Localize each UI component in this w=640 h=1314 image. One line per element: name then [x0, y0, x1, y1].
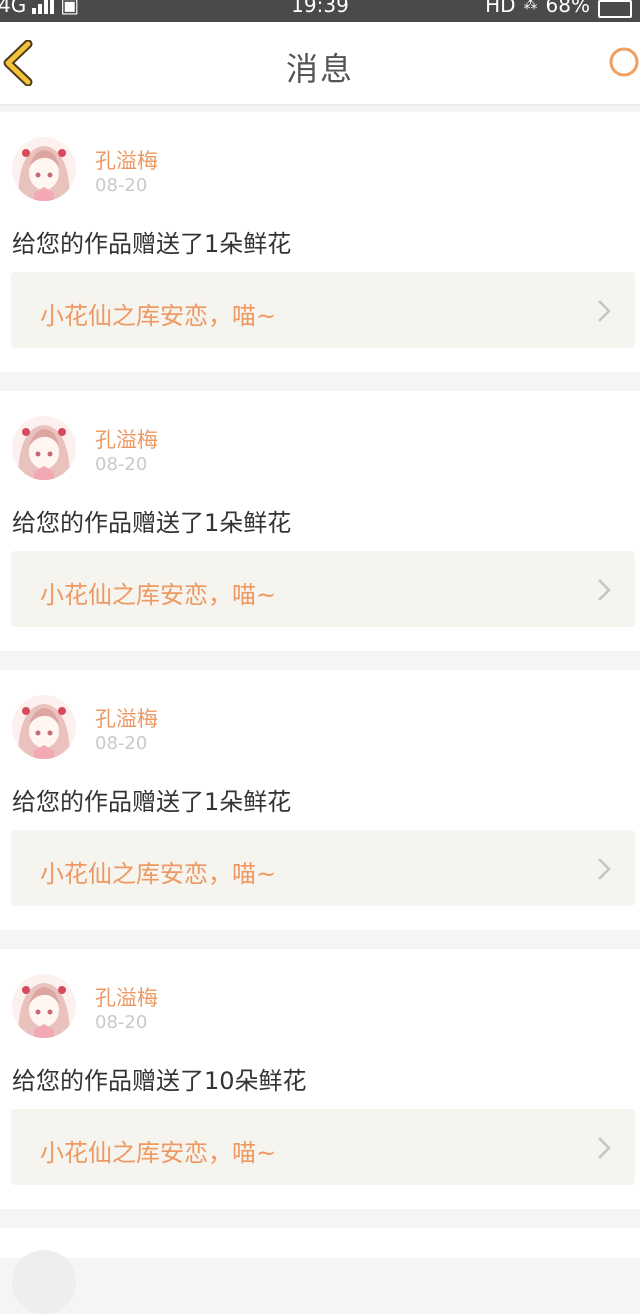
- message-text: 给您的作品赠送了10朵鲜花: [12, 1067, 307, 1095]
- chevron-right-icon: [598, 1137, 611, 1159]
- hd-label: HD: [485, 0, 516, 17]
- chevron-right-icon: [598, 858, 611, 880]
- work-title: 小花仙之库安恋，喵~: [40, 302, 277, 330]
- chevron-right-icon: [598, 300, 611, 322]
- avatar[interactable]: [12, 1250, 76, 1314]
- wifi-icon: ⁂: [523, 0, 538, 13]
- message-text: 给您的作品赠送了1朵鲜花: [12, 509, 292, 537]
- message-date: 08-20: [95, 175, 148, 196]
- message-text: 给您的作品赠送了1朵鲜花: [12, 230, 292, 258]
- avatar[interactable]: [12, 416, 76, 480]
- message-date: 08-20: [95, 733, 148, 754]
- avatar[interactable]: [12, 974, 76, 1038]
- message-date: 08-20: [95, 454, 148, 475]
- sender-name[interactable]: 孔溢梅: [95, 145, 158, 175]
- sender-name[interactable]: 孔溢梅: [95, 703, 158, 733]
- message-card: 孔溢梅 08-20 给您的作品赠送了1朵鲜花 小花仙之库安恋，喵~: [0, 112, 640, 372]
- chevron-right-icon: [598, 579, 611, 601]
- status-bar: 4G ▣ 19:39 HD ⁂ 68%: [0, 0, 640, 22]
- work-title: 小花仙之库安恋，喵~: [40, 860, 277, 888]
- work-title: 小花仙之库安恋，喵~: [40, 581, 277, 609]
- work-link[interactable]: 小花仙之库安恋，喵~: [11, 551, 635, 627]
- avatar[interactable]: [12, 137, 76, 201]
- navigation-bar: 消息: [0, 22, 640, 106]
- work-title: 小花仙之库安恋，喵~: [40, 1139, 277, 1167]
- message-card: 孔溢梅 08-20 给您的作品赠送了1朵鲜花 小花仙之库安恋，喵~: [0, 391, 640, 651]
- message-card: 孔溢梅 08-20 给您的作品赠送了10朵鲜花 小花仙之库安恋，喵~: [0, 949, 640, 1209]
- message-text: 给您的作品赠送了1朵鲜花: [12, 788, 292, 816]
- sender-name[interactable]: 孔溢梅: [95, 982, 158, 1012]
- search-button[interactable]: [600, 44, 640, 84]
- sender-name[interactable]: 孔溢梅: [95, 424, 158, 454]
- work-link[interactable]: 小花仙之库安恋，喵~: [11, 830, 635, 906]
- battery-label: 68%: [545, 0, 590, 17]
- page-title: 消息: [285, 50, 354, 88]
- message-card: 孔溢梅 08-20 给您的作品赠送了1朵鲜花 小花仙之库安恋，喵~: [0, 670, 640, 930]
- message-card-partial: [0, 1228, 640, 1258]
- avatar[interactable]: [12, 695, 76, 759]
- work-link[interactable]: 小花仙之库安恋，喵~: [11, 272, 635, 348]
- message-date: 08-20: [95, 1012, 148, 1033]
- work-link[interactable]: 小花仙之库安恋，喵~: [11, 1109, 635, 1185]
- search-icon: [609, 47, 639, 77]
- battery-icon: [598, 0, 632, 18]
- status-right: HD ⁂ 68%: [485, 0, 632, 18]
